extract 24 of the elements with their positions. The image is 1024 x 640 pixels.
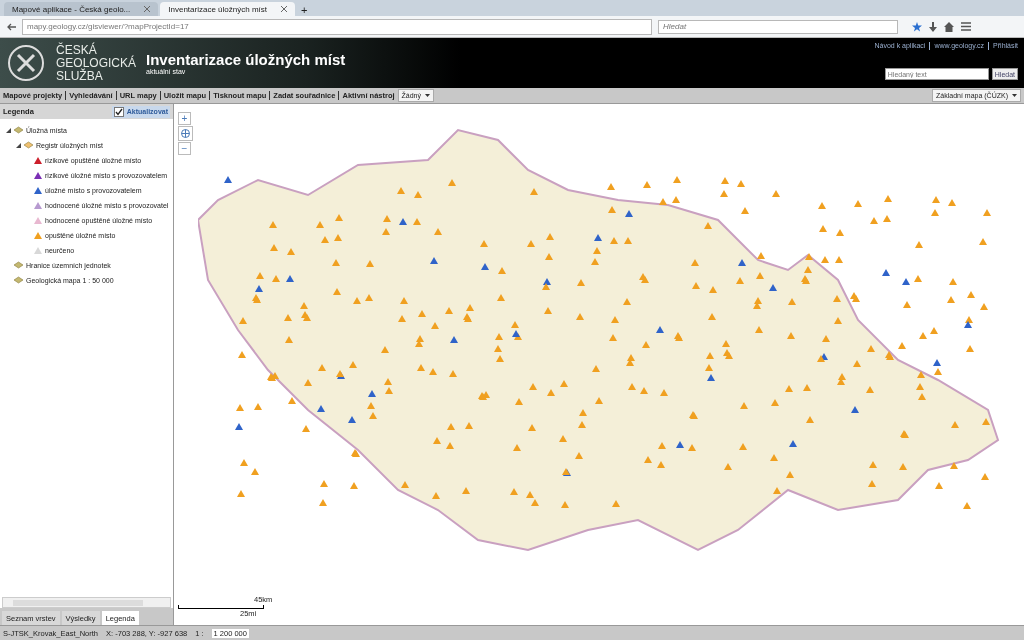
expander-icon[interactable] bbox=[16, 142, 21, 148]
globe-icon[interactable] bbox=[178, 126, 193, 141]
org-name: ČESKÁ bbox=[56, 43, 97, 57]
back-icon[interactable] bbox=[6, 22, 16, 31]
browser-tab[interactable]: Mapové aplikace - Česká geolo... bbox=[4, 2, 159, 16]
menu-icon[interactable] bbox=[961, 21, 971, 31]
app-title: Inventarizace úložných míst bbox=[146, 51, 347, 68]
download-icon[interactable] bbox=[929, 21, 937, 32]
expander-icon[interactable] bbox=[6, 127, 11, 133]
org-name: SLUŽBA bbox=[56, 69, 104, 83]
refresh-checkbox[interactable] bbox=[113, 106, 124, 117]
zoom-out-button[interactable]: − bbox=[178, 142, 191, 155]
star-icon[interactable] bbox=[912, 21, 922, 32]
caret-icon[interactable] bbox=[425, 94, 431, 97]
caret-icon[interactable] bbox=[1012, 94, 1017, 97]
address-field[interactable]: mapy.geology.cz/gisviewer/?mapProjectId=17 bbox=[22, 18, 652, 35]
new-tab-button[interactable]: + bbox=[297, 4, 312, 16]
logo-icon bbox=[6, 43, 46, 83]
browser-tab[interactable]: Inventarizace úložných míst bbox=[160, 2, 295, 16]
zoom-in-button[interactable]: + bbox=[178, 112, 191, 125]
close-icon[interactable] bbox=[144, 6, 151, 12]
browser-search-field[interactable]: Hledat bbox=[658, 19, 898, 34]
home-icon[interactable] bbox=[944, 21, 954, 32]
close-icon[interactable] bbox=[281, 6, 287, 12]
